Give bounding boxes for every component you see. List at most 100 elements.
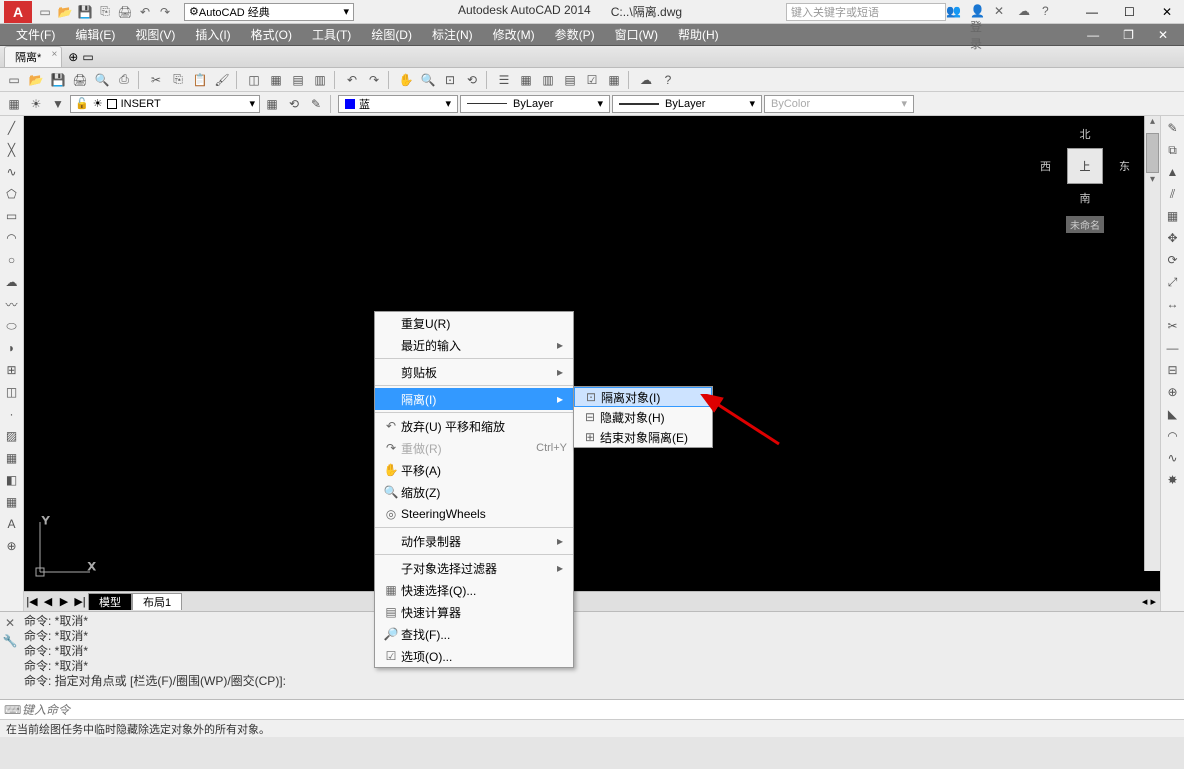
block4-icon[interactable]: ▥ xyxy=(310,70,330,90)
trim-icon[interactable]: ✂ xyxy=(1163,316,1183,336)
menu-view[interactable]: 视图(V) xyxy=(125,26,185,43)
mtext-icon[interactable]: A xyxy=(2,514,22,534)
sheet-icon[interactable]: ▤ xyxy=(560,70,580,90)
addsel-icon[interactable]: ⊕ xyxy=(2,536,22,556)
layerprops-icon[interactable]: ▦ xyxy=(4,94,24,114)
ctx-item[interactable]: 重复U(R) xyxy=(375,312,573,334)
menu-format[interactable]: 格式(O) xyxy=(241,26,302,43)
preview-icon[interactable]: 🔍 xyxy=(92,70,112,90)
break-icon[interactable]: ⊟ xyxy=(1163,360,1183,380)
toolpal-icon[interactable]: ▥ xyxy=(538,70,558,90)
spline-icon[interactable]: 〰 xyxy=(2,294,22,314)
move-icon[interactable]: ✥ xyxy=(1163,228,1183,248)
help-icon[interactable]: ? xyxy=(658,70,678,90)
cmdline-options-icon[interactable]: 🔧 xyxy=(3,634,18,648)
menu-modify[interactable]: 修改(M) xyxy=(483,26,545,43)
app-logo[interactable]: A xyxy=(4,1,32,23)
tab-first[interactable]: |◀ xyxy=(24,595,40,608)
menu-insert[interactable]: 插入(I) xyxy=(185,26,240,43)
new-icon[interactable]: ▭ xyxy=(36,3,54,21)
menu-window[interactable]: 窗口(W) xyxy=(605,26,668,43)
print-icon[interactable]: 🖨 xyxy=(70,70,90,90)
layerprev-icon[interactable]: ⟲ xyxy=(284,94,304,114)
polygon-icon[interactable]: ⬠ xyxy=(2,184,22,204)
minimize-button[interactable]: — xyxy=(1086,5,1104,19)
block2-icon[interactable]: ▦ xyxy=(266,70,286,90)
cut-icon[interactable]: ✂ xyxy=(146,70,166,90)
layeriso-icon[interactable]: ▦ xyxy=(262,94,282,114)
ctx-item[interactable]: 🔎查找(F)... xyxy=(375,623,573,645)
layerstate-icon[interactable]: ☀ xyxy=(26,94,46,114)
infocenter-icon[interactable]: 👥 xyxy=(946,4,962,20)
xline-icon[interactable]: ╳ xyxy=(2,140,22,160)
ellipsearc-icon[interactable]: ◗ xyxy=(2,338,22,358)
vertical-scrollbar[interactable]: ▴▾ xyxy=(1144,116,1160,571)
scale-icon[interactable]: ⤢ xyxy=(1163,272,1183,292)
ctx-item[interactable]: 隔离(I)▸ xyxy=(375,388,573,410)
ellipse-icon[interactable]: ⬭ xyxy=(2,316,22,336)
submenu-item[interactable]: ⊞结束对象隔离(E) xyxy=(574,427,712,447)
close-cmdline-icon[interactable]: ✕ xyxy=(5,616,15,630)
submenu-item[interactable]: ⊟隐藏对象(H) xyxy=(574,407,712,427)
explode-icon[interactable]: ✸ xyxy=(1163,470,1183,490)
zoomprev-icon[interactable]: ⟲ xyxy=(462,70,482,90)
rect-icon[interactable]: ▭ xyxy=(2,206,22,226)
table-icon[interactable]: ▦ xyxy=(2,492,22,512)
save-icon[interactable]: 💾 xyxy=(76,3,94,21)
menu-parametric[interactable]: 参数(P) xyxy=(545,26,605,43)
help-search[interactable]: 键入关键字或短语 xyxy=(786,3,946,21)
ctx-item[interactable]: ▦快速选择(Q)... xyxy=(375,579,573,601)
publish-icon[interactable]: ⎙ xyxy=(114,70,134,90)
autodesk360-icon[interactable]: ☁ xyxy=(1018,4,1034,20)
print-icon[interactable]: 🖨 xyxy=(116,3,134,21)
chamfer-icon[interactable]: ◣ xyxy=(1163,404,1183,424)
stretch-icon[interactable]: ↔ xyxy=(1163,294,1183,314)
ctx-item[interactable]: ▤快速计算器 xyxy=(375,601,573,623)
hatch-icon[interactable]: ▨ xyxy=(2,426,22,446)
layerfilter-icon[interactable]: ▼ xyxy=(48,94,68,114)
ctx-item[interactable]: 子对象选择过滤器▸ xyxy=(375,557,573,579)
color-dropdown[interactable]: 蓝▾ xyxy=(338,95,458,113)
pan-icon[interactable]: ✋ xyxy=(396,70,416,90)
plotstyle-dropdown[interactable]: ByColor▾ xyxy=(764,95,914,113)
undo-icon[interactable]: ↶ xyxy=(136,3,154,21)
region-icon[interactable]: ◧ xyxy=(2,470,22,490)
block3-icon[interactable]: ▤ xyxy=(288,70,308,90)
open-icon[interactable]: 📂 xyxy=(26,70,46,90)
menu-draw[interactable]: 绘图(D) xyxy=(361,26,422,43)
ctx-item[interactable]: 🔍缩放(Z) xyxy=(375,481,573,503)
new-icon[interactable]: ▭ xyxy=(4,70,24,90)
mirror-icon[interactable]: ▲ xyxy=(1163,162,1183,182)
erase-icon[interactable]: ✎ xyxy=(1163,118,1183,138)
extend-icon[interactable]: — xyxy=(1163,338,1183,358)
paste-icon[interactable]: 📋 xyxy=(190,70,210,90)
ctx-item[interactable]: 剪贴板▸ xyxy=(375,361,573,383)
offset-icon[interactable]: ⫽ xyxy=(1163,184,1183,204)
zoomwin-icon[interactable]: ⊡ xyxy=(440,70,460,90)
pline-icon[interactable]: ∿ xyxy=(2,162,22,182)
tab-prev[interactable]: ◀ xyxy=(40,595,56,608)
save-icon[interactable]: 💾 xyxy=(48,70,68,90)
redo-icon[interactable]: ↷ xyxy=(156,3,174,21)
ctx-item[interactable]: 动作录制器▸ xyxy=(375,530,573,552)
copy-icon[interactable]: ⎘ xyxy=(168,70,188,90)
mdi-close[interactable]: ✕ xyxy=(1148,28,1178,42)
lineweight-dropdown[interactable]: ByLayer▾ xyxy=(612,95,762,113)
menu-dimension[interactable]: 标注(N) xyxy=(422,26,483,43)
markup-icon[interactable]: ☑ xyxy=(582,70,602,90)
line-icon[interactable]: ╱ xyxy=(2,118,22,138)
menu-help[interactable]: 帮助(H) xyxy=(668,26,729,43)
command-input[interactable] xyxy=(22,703,1180,717)
submenu-item[interactable]: ⊡隔离对象(I) xyxy=(574,387,712,407)
document-tab[interactable]: 隔离*× xyxy=(4,46,62,67)
close-button[interactable]: ✕ xyxy=(1162,5,1180,19)
model-tab[interactable]: 模型 xyxy=(88,593,132,610)
point-icon[interactable]: · xyxy=(2,404,22,424)
ctx-item[interactable]: 最近的输入▸ xyxy=(375,334,573,356)
viewcube[interactable]: 北 西 上 东 南 未命名 xyxy=(1040,126,1130,236)
signin-button[interactable]: 👤 登录 xyxy=(970,4,986,20)
revcloud-icon[interactable]: ☁ xyxy=(2,272,22,292)
fillet-icon[interactable]: ◠ xyxy=(1163,426,1183,446)
tab-temp-icon[interactable]: ⊕ xyxy=(68,50,78,64)
a360-icon[interactable]: ☁ xyxy=(636,70,656,90)
